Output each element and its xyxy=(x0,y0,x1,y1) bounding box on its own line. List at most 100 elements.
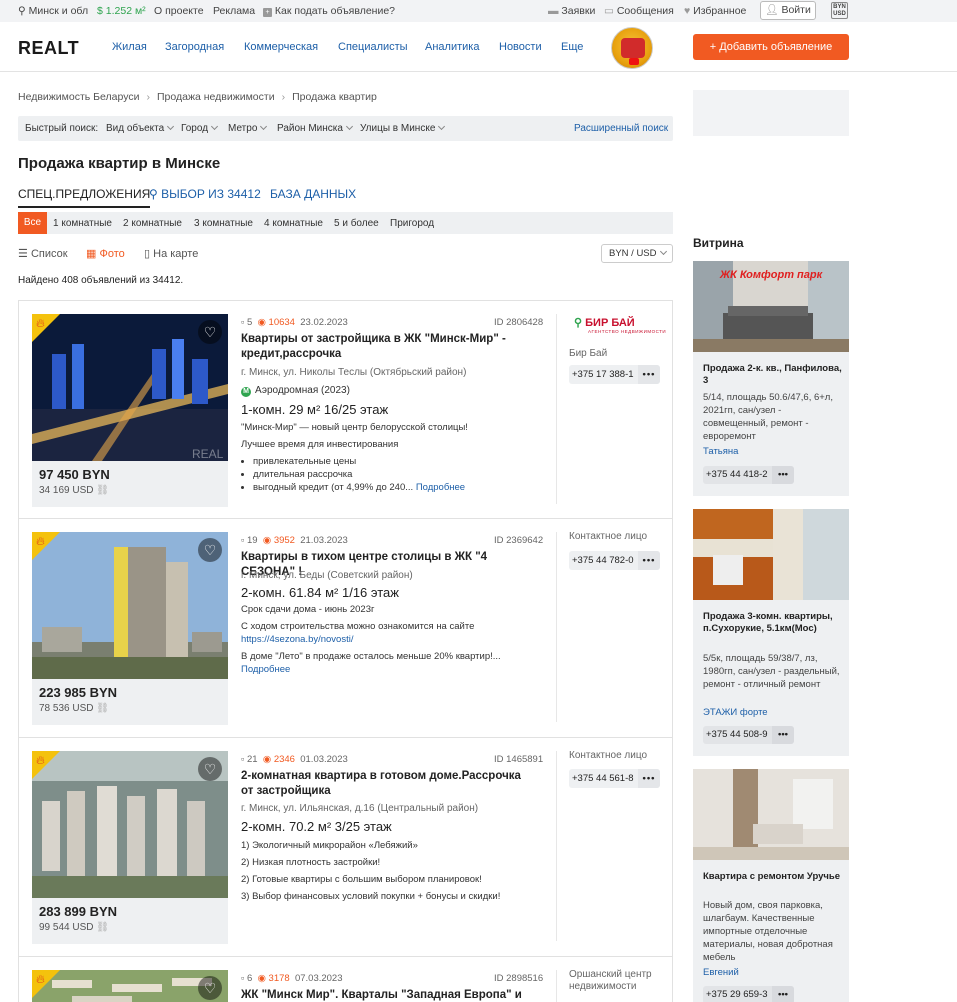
listing-id: ID 2806428 xyxy=(494,317,544,328)
vitrina-photo[interactable] xyxy=(693,769,849,860)
favorite-button[interactable]: ♡ xyxy=(198,976,222,1000)
breadcrumb-item[interactable]: Продажа квартир xyxy=(292,91,377,103)
filter-metro[interactable]: Метро xyxy=(228,122,268,134)
show-phone-button[interactable]: ••• xyxy=(638,365,660,384)
listing-description: "Минск-Мир" — новый центр белорусской ст… xyxy=(241,421,541,494)
info-icon: + xyxy=(263,8,272,17)
vitrina-title[interactable]: Квартира с ремонтом Уручье xyxy=(703,871,843,883)
rooms-suburb[interactable]: Пригород xyxy=(390,218,434,229)
chat-icon: ▭ xyxy=(604,5,614,17)
tab-database[interactable]: БАЗА ДАННЫХ xyxy=(270,187,356,201)
login-button[interactable]: 👤︎ Войти xyxy=(760,1,816,20)
listing-photo[interactable]: 🔥︎ ♡ xyxy=(32,532,228,679)
phone-button[interactable]: +375 44 782-0 ••• xyxy=(569,551,660,570)
show-phone-button[interactable]: ••• xyxy=(772,986,794,1002)
contact-name: Бир Бай xyxy=(569,348,608,359)
listing-photo[interactable]: REAL 🔥︎ ♡ xyxy=(32,314,228,461)
vitrina-agent[interactable]: ЭТАЖИ форте xyxy=(703,707,768,718)
breadcrumb-item[interactable]: Недвижимость Беларуси xyxy=(18,91,139,103)
view-map[interactable]: ▯ На карте xyxy=(144,247,198,260)
fire-icon: 🔥︎ xyxy=(36,972,45,986)
view-photo[interactable]: ▦ Фото xyxy=(86,247,125,260)
promo-badge-image[interactable] xyxy=(611,27,653,69)
more-link[interactable]: Подробнее xyxy=(416,482,465,493)
listing-card[interactable]: 🔥︎ ♡ ▫ 6 ◉ 3178 07.03.2023 ID 2898516 ЖК… xyxy=(18,957,673,1002)
favorite-button[interactable]: ♡ xyxy=(198,320,222,344)
vitrina-phone[interactable]: +375 44 418-2 ••• xyxy=(703,466,794,484)
vitrina-card[interactable]: ЖК Комфорт парк Продажа 2-к. кв., Панфил… xyxy=(693,261,849,496)
nav-specialists[interactable]: Специалисты xyxy=(338,41,408,53)
listing-title[interactable]: 2-комнатная квартира в готовом доме.Расс… xyxy=(241,769,531,799)
nav-news[interactable]: Новости xyxy=(499,41,542,53)
tab-selection[interactable]: ⚲ ВЫБОР ИЗ 34412 xyxy=(149,187,261,201)
show-phone-button[interactable]: ••• xyxy=(772,726,794,744)
rooms-3[interactable]: 3 комнатные xyxy=(194,218,253,229)
listing-title[interactable]: Квартиры от застройщика в ЖК "Минск-Мир"… xyxy=(241,332,531,362)
add-listing-button[interactable]: + Добавить объявление xyxy=(693,34,849,60)
vitrina-card[interactable]: Квартира с ремонтом Уручье Новый дом, св… xyxy=(693,769,849,1002)
nav-commercial[interactable]: Коммерческая xyxy=(244,41,318,53)
nav-analytics[interactable]: Аналитика xyxy=(425,41,479,53)
filter-city[interactable]: Город xyxy=(181,122,219,134)
ads-link[interactable]: Реклама xyxy=(213,5,255,17)
vitrina-photo[interactable] xyxy=(693,509,849,600)
favorite-button[interactable]: ♡ xyxy=(198,757,222,781)
vitrina-phone[interactable]: +375 44 508-9 ••• xyxy=(703,726,794,744)
filter-district[interactable]: Район Минска xyxy=(277,122,353,134)
vitrina-photo[interactable]: ЖК Комфорт парк xyxy=(693,261,849,352)
requests-link[interactable]: ▬ Заявки xyxy=(548,5,595,17)
chevron-down-icon xyxy=(260,122,268,131)
favorites-link[interactable]: ♥ Избранное xyxy=(684,5,746,17)
phone-button[interactable]: +375 44 561-8 ••• xyxy=(569,769,660,788)
breadcrumb-item[interactable]: Продажа недвижимости xyxy=(157,91,275,103)
agency-logo[interactable]: ⚲ БИР БАЙ АГЕНТСТВО НЕДВИЖИМОСТИ xyxy=(574,316,666,334)
nav-country[interactable]: Загородная xyxy=(165,41,224,53)
listing-card[interactable]: 🔥︎ ♡ 283 899 BYN 99 544 USD ⛓︎ ▫ 21 ◉ 23… xyxy=(18,738,673,957)
how-to-link[interactable]: + Как подать объявление? xyxy=(263,5,395,17)
listing-card[interactable]: 🔥︎ ♡ 223 985 BYN 78 536 USD ⛓︎ ▫ 19 ◉ 39… xyxy=(18,519,673,738)
vitrina-card[interactable]: Продажа 3-комн. квартиры, п.Сухорукие, 5… xyxy=(693,509,849,756)
vitrina-phone[interactable]: +375 29 659-3 ••• xyxy=(703,986,794,1002)
rooms-all[interactable]: Все xyxy=(18,212,47,234)
listing-description: 1) Экологичный микрорайон «Лебяжий» 2) Н… xyxy=(241,840,501,902)
messages-link[interactable]: ▭ Сообщения xyxy=(604,5,674,17)
currency-select[interactable]: BYN / USD xyxy=(601,244,673,263)
nav-residential[interactable]: Жилая xyxy=(112,41,147,53)
vitrina-desc: 5/5к, площадь 59/38/7, лз, 1980гп, сан/у… xyxy=(703,653,840,690)
tab-special-offers[interactable]: СПЕЦ.ПРЕДЛОЖЕНИЯ xyxy=(18,187,151,208)
eye-icon: ◉ xyxy=(262,535,272,546)
view-list[interactable]: ☰ Список xyxy=(18,247,68,260)
rooms-5plus[interactable]: 5 и более xyxy=(334,218,379,229)
filter-object-type[interactable]: Вид объекта xyxy=(106,122,175,134)
listing-photo[interactable]: 🔥︎ ♡ xyxy=(32,751,228,898)
favorite-button[interactable]: ♡ xyxy=(198,538,222,562)
nav-more[interactable]: Еще xyxy=(561,41,583,53)
advanced-search-link[interactable]: Расширенный поиск xyxy=(574,123,668,134)
link-icon: ⛓︎ xyxy=(96,922,109,933)
listing-photo[interactable]: 🔥︎ ♡ xyxy=(32,970,228,1002)
eye-icon: ◉ xyxy=(257,317,266,328)
site-logo[interactable]: REALT xyxy=(18,38,79,59)
vitrina-title[interactable]: Продажа 2-к. кв., Панфилова, 3 xyxy=(703,363,843,387)
vitrina-heading: Витрина xyxy=(693,236,744,250)
phone-button[interactable]: +375 17 388-1 ••• xyxy=(569,365,660,384)
listing-title[interactable]: ЖК "Минск Мир". Кварталы "Западная Европ… xyxy=(241,988,561,1002)
currency-toggle[interactable]: BYN USD xyxy=(831,2,848,19)
filter-streets[interactable]: Улицы в Минске xyxy=(360,122,446,134)
show-phone-button[interactable]: ••• xyxy=(772,466,794,484)
vitrina-title[interactable]: Продажа 3-комн. квартиры, п.Сухорукие, 5… xyxy=(703,611,843,635)
exchange-rate[interactable]: $ 1.252 м² xyxy=(97,5,146,17)
listing-card[interactable]: REAL 🔥︎ ♡ 97 450 BYN 34 169 USD ⛓︎ ▫ 5 ◉… xyxy=(18,300,673,519)
vitrina-agent[interactable]: Евгений xyxy=(703,967,739,978)
more-link[interactable]: Подробнее xyxy=(241,663,541,676)
location-selector[interactable]: ⚲ Минск и обл xyxy=(18,5,88,17)
vitrina-agent[interactable]: Татьяна xyxy=(703,446,738,457)
show-phone-button[interactable]: ••• xyxy=(638,551,660,570)
rooms-2[interactable]: 2 комнатные xyxy=(123,218,182,229)
about-link[interactable]: О проекте xyxy=(154,5,204,17)
rooms-1[interactable]: 1 комнатные xyxy=(53,218,112,229)
external-link[interactable]: https://4sezona.by/novosti/ xyxy=(241,633,541,646)
rooms-4[interactable]: 4 комнатные xyxy=(264,218,323,229)
show-phone-button[interactable]: ••• xyxy=(638,769,660,788)
chevron-down-icon xyxy=(167,122,175,131)
